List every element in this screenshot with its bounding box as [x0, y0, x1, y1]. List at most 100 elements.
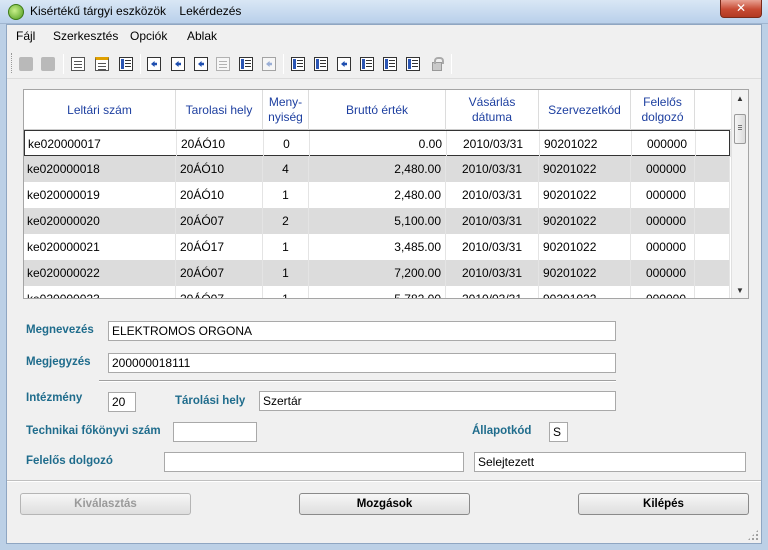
- save-folder-icon[interactable]: [39, 55, 57, 73]
- main-window: Fájl Szerkesztés Opciók Ablak Leltári sz…: [6, 24, 762, 544]
- cell-mennyiseg: 1: [263, 286, 309, 298]
- column-header-leltari-szam[interactable]: Leltári szám: [24, 90, 176, 130]
- cell-vasarlas-datuma: 2010/03/31: [446, 286, 539, 298]
- open-folder-icon[interactable]: [17, 55, 35, 73]
- menu-file[interactable]: Fájl: [16, 29, 35, 43]
- menu-window[interactable]: Ablak: [187, 29, 217, 43]
- cell-brutto-ertek: 5,782.00: [309, 286, 446, 298]
- button-bar-divider: [7, 480, 761, 482]
- view-a-icon[interactable]: [289, 55, 307, 73]
- list-doc-icon[interactable]: [117, 55, 135, 73]
- menu-options[interactable]: Opciók: [130, 29, 167, 43]
- column-header-szervezetkod[interactable]: Szervezetkód: [539, 90, 631, 130]
- grid-vertical-scrollbar[interactable]: ▲ ▼: [731, 90, 748, 298]
- table-row[interactable]: ke020000020 20ÁÓ07 2 5,100.00 2010/03/31 9020…: [24, 208, 730, 234]
- app-icon: [8, 4, 24, 20]
- cell-mennyiseg: 1: [263, 182, 309, 208]
- column-header-felelos-dolgozo[interactable]: Felelős dolgozó: [631, 90, 695, 130]
- move-back-icon[interactable]: [192, 55, 210, 73]
- scroll-down-icon[interactable]: ▼: [732, 282, 748, 298]
- tarolasi-hely-field[interactable]: Szertár: [259, 391, 616, 411]
- table-row[interactable]: ke020000021 20ÁÓ17 1 3,485.00 2010/03/31 9020…: [24, 234, 730, 260]
- toolbar-grip[interactable]: [11, 53, 14, 73]
- resize-grip-icon[interactable]: [747, 529, 759, 541]
- column-header-vasarlas-datuma[interactable]: Vásárlás dátuma: [446, 90, 539, 130]
- megnevezes-field[interactable]: ELEKTROMOS ORGONA: [108, 321, 616, 341]
- toolbar-separator: [63, 54, 64, 74]
- form-divider: [99, 380, 616, 382]
- move-left-icon[interactable]: [145, 55, 163, 73]
- view-c-icon[interactable]: [335, 55, 353, 73]
- window-title: Kisértékű tárgyi eszközök Lekérdezés: [30, 4, 242, 18]
- cell-felelos-dolgozo: 000000: [631, 234, 695, 260]
- felelos-dolgozo-field[interactable]: [164, 452, 464, 472]
- cell-brutto-ertek: 0.00: [310, 131, 447, 157]
- cell-mennyiseg: 2: [263, 208, 309, 234]
- cell-empty: [695, 286, 730, 298]
- new-doc-icon[interactable]: [93, 55, 111, 73]
- cell-szervezetkod: 90201022: [539, 260, 631, 286]
- moves-button[interactable]: Mozgások: [299, 493, 470, 515]
- select-button[interactable]: Kiválasztás: [20, 493, 191, 515]
- view-f-icon[interactable]: [404, 55, 422, 73]
- view-e-icon[interactable]: [381, 55, 399, 73]
- felelos-dolgozo-label: Felelős dolgozó: [26, 455, 113, 467]
- cell-leltari-szam: ke020000018: [24, 156, 176, 182]
- cell-vasarlas-datuma: 2010/03/31: [446, 208, 539, 234]
- table-row[interactable]: ke020000023 20ÁÓ07 1 5,782.00 2010/03/31 9020…: [24, 286, 730, 298]
- megjegyzes-label: Megjegyzés: [26, 356, 91, 368]
- intezmeny-field[interactable]: 20: [108, 392, 136, 412]
- cell-mennyiseg: 4: [263, 156, 309, 182]
- table-row[interactable]: ke020000022 20ÁÓ07 1 7,200.00 2010/03/31 9020…: [24, 260, 730, 286]
- swap-icon[interactable]: [260, 55, 278, 73]
- megnevezes-label: Megnevezés: [26, 324, 94, 336]
- allapotkod-field[interactable]: S: [549, 422, 568, 442]
- toolbar: [7, 49, 761, 79]
- flag-icon: [214, 55, 232, 73]
- cell-mennyiseg: 1: [263, 260, 309, 286]
- table-row[interactable]: ke020000019 20ÁÓ10 1 2,480.00 2010/03/31 9020…: [24, 182, 730, 208]
- cell-leltari-szam: ke020000023: [24, 286, 176, 298]
- lock-icon: [428, 55, 446, 73]
- close-button[interactable]: ✕: [720, 0, 762, 18]
- cell-vasarlas-datuma: 2010/03/31: [446, 260, 539, 286]
- megjegyzes-field[interactable]: 200000018111: [108, 353, 616, 373]
- cell-tarolasi-hely: 20ÁÓ07: [176, 286, 263, 298]
- cell-felelos-dolgozo: 000000: [631, 182, 695, 208]
- cell-felelos-dolgozo: 000000: [631, 156, 695, 182]
- column-header-mennyiseg[interactable]: Meny- nyiség: [263, 90, 309, 130]
- cell-empty: [695, 156, 730, 182]
- exit-button[interactable]: Kilépés: [578, 493, 749, 515]
- cell-brutto-ertek: 2,480.00: [309, 182, 446, 208]
- view-b-icon[interactable]: [312, 55, 330, 73]
- cell-vasarlas-datuma: 2010/03/31: [446, 234, 539, 260]
- column-header-tarolasi-hely[interactable]: Tarolasi hely: [176, 90, 263, 130]
- cell-leltari-szam: ke020000021: [24, 234, 176, 260]
- asset-grid[interactable]: Leltári szám Tarolasi hely Meny- nyiség …: [23, 89, 749, 299]
- table-row[interactable]: ke020000017 20ÁÓ10 0 0.00 2010/03/31 90201022…: [24, 130, 731, 157]
- cell-leltari-szam: ke020000022: [24, 260, 176, 286]
- menu-edit[interactable]: Szerkesztés: [53, 29, 118, 43]
- cell-tarolasi-hely: 20ÁÓ07: [176, 208, 263, 234]
- menu-bar: Fájl Szerkesztés Opciók Ablak: [7, 25, 761, 47]
- grid-header: Leltári szám Tarolasi hely Meny- nyiség …: [24, 90, 732, 130]
- column-header-brutto-ertek[interactable]: Bruttó érték: [309, 90, 446, 130]
- cell-tarolasi-hely: 20ÁÓ10: [177, 131, 264, 157]
- table-row[interactable]: ke020000018 20ÁÓ10 4 2,480.00 2010/03/31 9020…: [24, 156, 730, 182]
- cell-empty: [695, 208, 730, 234]
- cell-tarolasi-hely: 20ÁÓ10: [176, 182, 263, 208]
- view-d-icon[interactable]: [358, 55, 376, 73]
- allapot-description-field: Selejtezett: [474, 452, 746, 472]
- cell-brutto-ertek: 5,100.00: [309, 208, 446, 234]
- scroll-thumb[interactable]: [734, 114, 746, 144]
- toolbar-separator: [283, 54, 284, 74]
- cell-tarolasi-hely: 20ÁÓ10: [176, 156, 263, 182]
- scroll-up-icon[interactable]: ▲: [732, 90, 748, 106]
- cell-szervezetkod: 90201022: [539, 286, 631, 298]
- cell-leltari-szam: ke020000020: [24, 208, 176, 234]
- sort-icon[interactable]: [237, 55, 255, 73]
- edit-doc-icon[interactable]: [69, 55, 87, 73]
- technikai-fokonyvi-szam-field[interactable]: [173, 422, 257, 442]
- move-out-icon[interactable]: [169, 55, 187, 73]
- cell-vasarlas-datuma: 2010/03/31: [447, 131, 540, 157]
